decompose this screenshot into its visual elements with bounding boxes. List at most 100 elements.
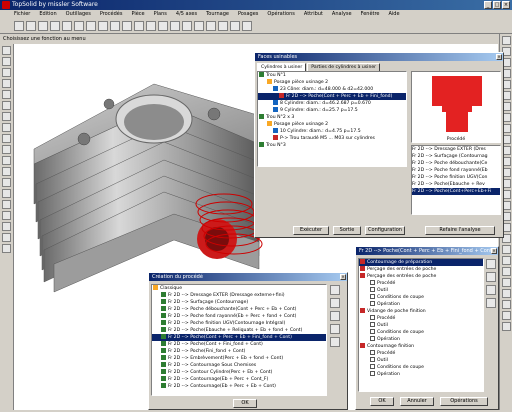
process-tree[interactable]: Classique Fr 2D --> Dressage EXTER (Dres… [151, 284, 327, 396]
close-icon[interactable]: × [496, 54, 502, 60]
tree-item[interactable]: 9 Cylindre: diam.: d=25.7 p=17.5 [258, 107, 406, 114]
op-tool-24-icon[interactable] [502, 289, 511, 298]
menu-procedes[interactable]: Procédés [100, 10, 123, 19]
ok-button[interactable]: OK [233, 399, 257, 408]
tree-item[interactable]: Trou N°1 [258, 72, 406, 79]
checkbox-icon[interactable] [370, 280, 375, 285]
toolpath-icon[interactable] [242, 21, 252, 31]
tree-item[interactable]: Procédé [359, 280, 483, 287]
dimension-tool-icon[interactable] [2, 233, 11, 242]
op-tool-21-icon[interactable] [502, 256, 511, 265]
open-icon[interactable] [26, 21, 36, 31]
delete-process-icon[interactable] [330, 324, 340, 334]
tree-item[interactable]: Trou N°3 [258, 142, 406, 149]
menu-outillages[interactable]: Outillages [66, 10, 91, 19]
operations-button[interactable]: Opérations [440, 397, 488, 406]
close-icon[interactable]: × [491, 248, 497, 254]
checkbox-icon[interactable] [370, 357, 375, 362]
tree-item[interactable]: Fr 2D --> Poche finition UGV(Contournage… [152, 320, 326, 327]
op-tool-26-icon[interactable] [502, 311, 511, 320]
tree-item[interactable]: Outil [359, 322, 483, 329]
tab-parties-cylindres[interactable]: Parties de cylindres à usiner [307, 63, 381, 71]
maximize-button[interactable]: □ [493, 1, 501, 9]
tree-item[interactable]: Outil [359, 287, 483, 294]
tree-item[interactable]: 10 Cylindre: diam.: d=4.75 p=17.5 [258, 128, 406, 135]
pattern-tool-icon[interactable] [2, 200, 11, 209]
tree-item[interactable]: Trou N°2 x 3 [258, 114, 406, 121]
tree-item[interactable]: Vidange de poche finition [359, 308, 483, 315]
move-up-icon[interactable] [486, 285, 496, 295]
add-op-icon[interactable] [486, 259, 496, 269]
view-front-icon[interactable] [122, 21, 132, 31]
op-tool-20-icon[interactable] [502, 245, 511, 254]
tree-item[interactable]: Procédé [359, 350, 483, 357]
new-icon[interactable] [14, 21, 24, 31]
tree-item[interactable]: Fr 2D --> Dressage EXTER (Dressage exter… [152, 292, 326, 299]
menu-fenetre[interactable]: Fenêtre [361, 10, 380, 19]
tree-item[interactable]: Posage pièce usinage 2 [258, 121, 406, 128]
minimize-button[interactable]: _ [484, 1, 492, 9]
tree-item[interactable]: Fr 2D --> Surfaçage (Contournage) [152, 299, 326, 306]
tree-item[interactable]: Fr 2D --> Contournage(Eb + Perc + Eb + C… [152, 383, 326, 390]
op-tool-1-icon[interactable] [502, 36, 511, 45]
list-item-selected[interactable]: Fr 2D --> Poche(Cont+Perc+Eb+Fi [412, 188, 500, 195]
shading-icon[interactable] [158, 21, 168, 31]
import-process-icon[interactable] [330, 337, 340, 347]
tree-item[interactable]: Fr 2D --> Poche(Ebauche + Reliquats + Eb… [152, 327, 326, 334]
tree-item[interactable]: Conditions de coupe [359, 364, 483, 371]
menu-edition[interactable]: Edition [39, 10, 56, 19]
tree-item[interactable]: P-> Trou taraudé M5 ... M03 sur cylindre… [258, 135, 406, 142]
text-tool-icon[interactable] [2, 222, 11, 231]
configuration-button[interactable]: Configuration [365, 226, 405, 235]
list-item[interactable]: Fr 2D --> Poche fond rayonné(Eb [412, 167, 500, 174]
list-item[interactable]: Fr 2D --> Dressage EXTER (Dres [412, 146, 500, 153]
curve-tool-icon[interactable] [2, 101, 11, 110]
print-icon[interactable] [50, 21, 60, 31]
list-item[interactable]: Fr 2D --> Poche(Ebauche + Rev [412, 181, 500, 188]
operation-tree[interactable]: Contournage de préparation Perçage des e… [358, 258, 484, 392]
tree-item[interactable]: Conditions de coupe [359, 294, 483, 301]
measure-icon[interactable] [206, 21, 216, 31]
checkbox-icon[interactable] [370, 336, 375, 341]
point-tool-icon[interactable] [2, 57, 11, 66]
tree-item[interactable]: 23 Cône: diam.: d=48.000 & d2=42.000 [258, 86, 406, 93]
tree-item[interactable]: Fr 2D --> Poche(Cont + Fini_fond + Cont) [152, 341, 326, 348]
zoom-icon[interactable] [86, 21, 96, 31]
view-iso-icon[interactable] [146, 21, 156, 31]
tree-item[interactable]: Outil [359, 357, 483, 364]
checkbox-icon[interactable] [370, 315, 375, 320]
tree-item[interactable]: Posage pièce usinage 2 [258, 79, 406, 86]
menu-piece[interactable]: Pièce [131, 10, 144, 19]
checkbox-icon[interactable] [370, 322, 375, 327]
tree-item[interactable]: Opération [359, 371, 483, 378]
menu-posages[interactable]: Posages [238, 10, 258, 19]
tab-cylindres[interactable]: Cylindres à usiner [257, 63, 307, 71]
tree-item[interactable]: Perçage des entrées de poche [359, 273, 483, 280]
fillet-tool-icon[interactable] [2, 167, 11, 176]
checkbox-icon[interactable] [370, 350, 375, 355]
circle-tool-icon[interactable] [2, 79, 11, 88]
simulate-icon[interactable] [230, 21, 240, 31]
chamfer-tool-icon[interactable] [2, 178, 11, 187]
tree-item-selected[interactable]: Fr 2D --> Poche(Cont + Perc + Eb + Fini_… [152, 334, 326, 341]
reanalyze-button[interactable]: Refaire l'analyse [425, 226, 495, 235]
tree-item[interactable]: Fr 2D --> Contournage Sous Chemises [152, 362, 326, 369]
tree-item[interactable]: Fr 2D --> Poche débouchante(Cont + Perc … [152, 306, 326, 313]
menu-fichier[interactable]: Fichier [14, 10, 30, 19]
undo-icon[interactable] [62, 21, 72, 31]
section-icon[interactable] [218, 21, 228, 31]
menu-45axes[interactable]: 4/5 axes [176, 10, 197, 19]
select-tool-icon[interactable] [2, 46, 11, 55]
checkbox-icon[interactable] [370, 329, 375, 334]
checkbox-icon[interactable] [370, 294, 375, 299]
layer-icon[interactable] [182, 21, 192, 31]
line-tool-icon[interactable] [2, 68, 11, 77]
op-tool-25-icon[interactable] [502, 300, 511, 309]
tree-item[interactable]: Fr 2D --> Embrèvement(Perc + Eb + fond +… [152, 355, 326, 362]
save-icon[interactable] [38, 21, 48, 31]
execute-button[interactable]: Exécuter [293, 226, 329, 235]
checkbox-icon[interactable] [370, 287, 375, 292]
shape-tool-icon[interactable] [2, 123, 11, 132]
close-button[interactable]: × [502, 1, 510, 9]
tree-item[interactable]: Fr 2D --> Poche fond rayonné(Eb + Perc +… [152, 313, 326, 320]
